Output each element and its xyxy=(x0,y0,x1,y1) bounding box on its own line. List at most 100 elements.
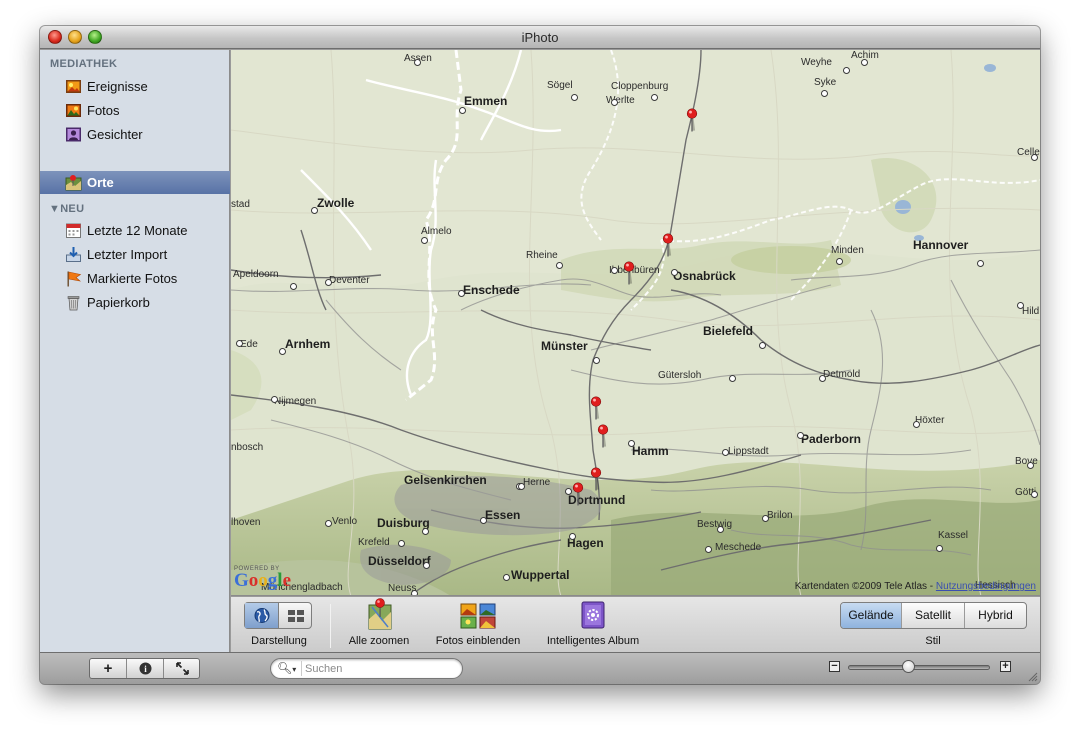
city-dot xyxy=(843,67,850,74)
section-library: MEDIATHEK xyxy=(50,58,118,70)
photo-pin[interactable] xyxy=(685,106,699,136)
grid-view-button[interactable] xyxy=(279,603,313,628)
source-list: MEDIATHEK Ereignisse Fotos Gesichter Ort… xyxy=(40,50,230,652)
photo-pin[interactable] xyxy=(571,480,585,510)
map-attribution: Kartendaten ©2009 Tele Atlas - Nutzungsb… xyxy=(794,581,1036,592)
fullscreen-button[interactable] xyxy=(164,659,201,678)
add-button[interactable]: + xyxy=(90,659,127,678)
photo-pin[interactable] xyxy=(622,259,636,289)
search-input[interactable] xyxy=(305,661,455,676)
faces-icon xyxy=(66,127,81,142)
sidebar-item-last-import[interactable]: Letzter Import xyxy=(40,243,230,266)
city-dot xyxy=(459,107,466,114)
zoom-slider-knob[interactable] xyxy=(901,660,915,673)
city-dot xyxy=(717,526,724,533)
map-terrain xyxy=(231,50,1040,595)
city-label: Düsseldorf xyxy=(368,554,431,568)
city-dot xyxy=(611,267,618,274)
city-label: Krefeld xyxy=(358,537,390,548)
city-label: Syke xyxy=(814,77,837,88)
places-icon xyxy=(65,175,82,191)
city-label: Hannover xyxy=(913,238,969,252)
view-label: Darstellung xyxy=(251,635,307,647)
city-label: Hamm xyxy=(632,444,669,458)
zoom-out-icon[interactable]: − xyxy=(829,661,840,672)
sidebar-item-trash[interactable]: Papierkorb xyxy=(40,291,230,314)
city-label: Wuppertal xyxy=(511,568,570,582)
city-label: Apeldoorn xyxy=(233,269,279,280)
city-dot xyxy=(1031,154,1038,161)
photo-pin[interactable] xyxy=(589,465,603,495)
city-dot xyxy=(836,258,843,265)
photo-pin[interactable] xyxy=(661,231,675,261)
show-photos-button[interactable]: Fotos einblenden xyxy=(430,597,526,652)
style-caption: Stil xyxy=(891,597,975,652)
sidebar-item-last-12-months[interactable]: Letzte 12 Monate xyxy=(40,219,230,242)
city-dot xyxy=(593,357,600,364)
city-dot xyxy=(423,562,430,569)
city-dot xyxy=(411,590,418,595)
city-dot xyxy=(762,515,769,522)
city-dot xyxy=(821,90,828,97)
sidebar-item-label: Letzte 12 Monate xyxy=(87,223,188,238)
view-segmented-control[interactable] xyxy=(244,602,312,629)
events-icon xyxy=(66,80,81,93)
disclosure-triangle-icon[interactable]: ▼ xyxy=(49,203,60,215)
city-label: Münster xyxy=(541,339,588,353)
sidebar-item-label: Fotos xyxy=(87,103,120,118)
close-window-button[interactable] xyxy=(48,30,62,44)
zoom-window-button[interactable] xyxy=(88,30,102,44)
zoom-slider[interactable] xyxy=(848,665,990,670)
globe-icon xyxy=(254,608,270,623)
search-field[interactable]: 🔍︎▾ xyxy=(270,658,463,679)
info-icon: i xyxy=(139,662,152,675)
zoom-in-icon[interactable]: + xyxy=(1000,661,1011,672)
style-label: Stil xyxy=(925,635,941,647)
bottom-toolbar: Darstellung Alle zoomen Fotos einblenden… xyxy=(231,597,1040,652)
city-dot xyxy=(325,279,332,286)
section-recent[interactable]: ▼NEU xyxy=(49,203,84,215)
info-button[interactable]: i xyxy=(127,659,164,678)
sidebar-item-events[interactable]: Ereignisse xyxy=(40,75,230,98)
zoom-all-button[interactable]: Alle zoomen xyxy=(342,597,416,652)
sidebar-item-flagged[interactable]: Markierte Fotos xyxy=(40,267,230,290)
city-label: Duisburg xyxy=(377,516,430,530)
photo-pin[interactable] xyxy=(596,422,610,452)
smart-album-button[interactable]: Intelligentes Album xyxy=(540,597,646,652)
city-label: Lippstadt xyxy=(728,446,769,457)
city-dot xyxy=(977,260,984,267)
bottom-bar: + i 🔍︎▾ − + xyxy=(40,652,1040,684)
show-photos-icon xyxy=(460,603,496,629)
terms-link[interactable]: Nutzungsbedingungen xyxy=(936,581,1036,592)
sidebar-item-places[interactable]: Orte xyxy=(40,171,230,194)
title-bar[interactable]: iPhoto xyxy=(40,26,1040,49)
city-label: Gütersloh xyxy=(658,370,702,381)
sidebar-item-photos[interactable]: Fotos xyxy=(40,99,230,122)
city-dot xyxy=(421,237,428,244)
iphoto-window: iPhoto MEDIATHEK Ereignisse Fotos Gesich… xyxy=(40,26,1040,684)
toolbar-separator xyxy=(330,604,331,648)
resize-grip-icon[interactable] xyxy=(1026,670,1038,682)
city-dot xyxy=(819,375,826,382)
city-dot xyxy=(458,290,465,297)
map-view-button[interactable] xyxy=(245,603,279,628)
city-dot xyxy=(518,483,525,490)
city-label: Herne xyxy=(523,477,551,488)
city-dot xyxy=(414,59,421,66)
sidebar-item-faces[interactable]: Gesichter xyxy=(40,123,230,146)
photo-pin[interactable] xyxy=(589,394,603,424)
city-label: Deventer xyxy=(329,275,370,286)
city-label: Osnabrück xyxy=(673,269,736,283)
zoom-all-label: Alle zoomen xyxy=(348,635,410,647)
search-icon[interactable]: 🔍︎▾ xyxy=(277,661,296,675)
city-dot xyxy=(325,520,332,527)
city-dot xyxy=(1027,462,1034,469)
city-dot xyxy=(797,432,804,439)
window-title: iPhoto xyxy=(521,30,559,45)
city-label: Enschede xyxy=(463,283,520,297)
city-label: Zwolle xyxy=(317,196,355,210)
minimize-window-button[interactable] xyxy=(68,30,82,44)
places-map[interactable]: AssenEmmenSögelCloppenburgWerlteAchimWey… xyxy=(231,50,1040,596)
city-label: lhoven xyxy=(231,517,261,528)
view-control: Darstellung xyxy=(240,597,318,652)
